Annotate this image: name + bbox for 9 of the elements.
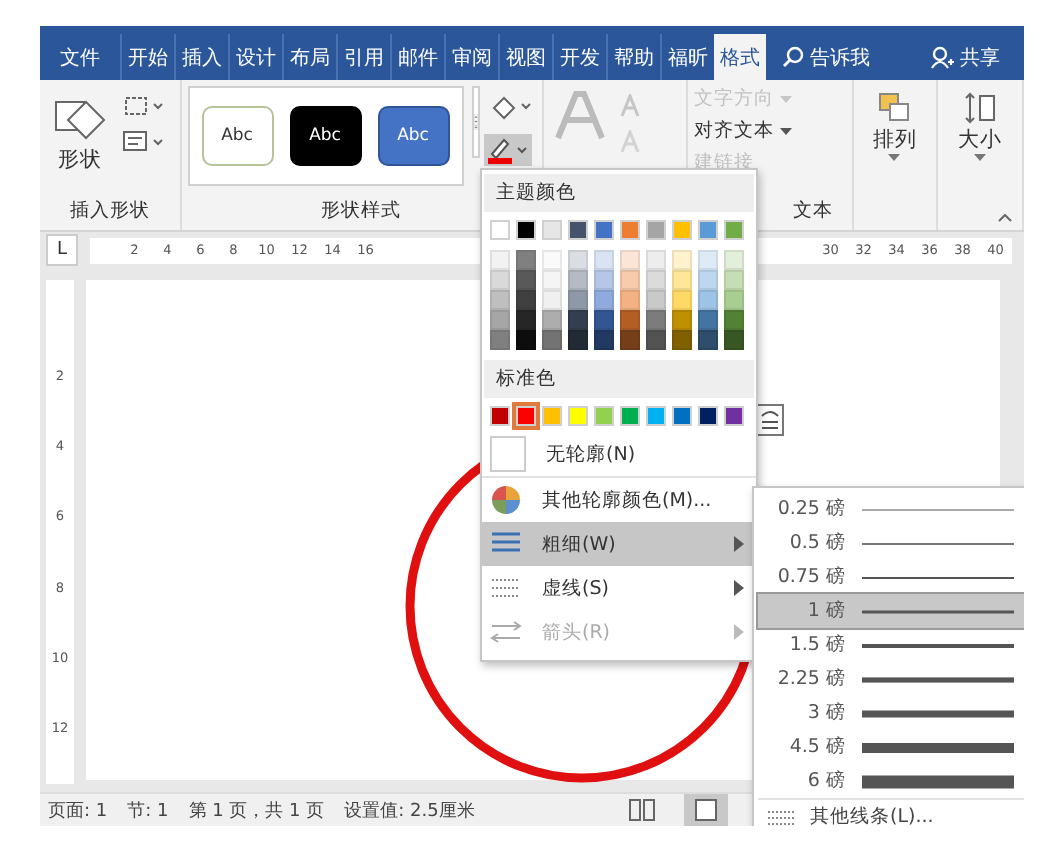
group-label: 形状样式 bbox=[319, 198, 404, 226]
status-text: 页面: 1 bbox=[48, 799, 108, 823]
group-label: 文本 bbox=[791, 198, 836, 226]
status-text: 设置值: 2.5厘米 bbox=[344, 799, 475, 823]
menu-heading: 标准色 bbox=[484, 360, 754, 398]
group-label: 插入形状 bbox=[67, 198, 152, 226]
menu-heading: 主题颜色 bbox=[484, 174, 754, 212]
status-text: 第 1 页，共 1 页 bbox=[188, 799, 325, 823]
status-text: 节: 1 bbox=[127, 799, 169, 823]
